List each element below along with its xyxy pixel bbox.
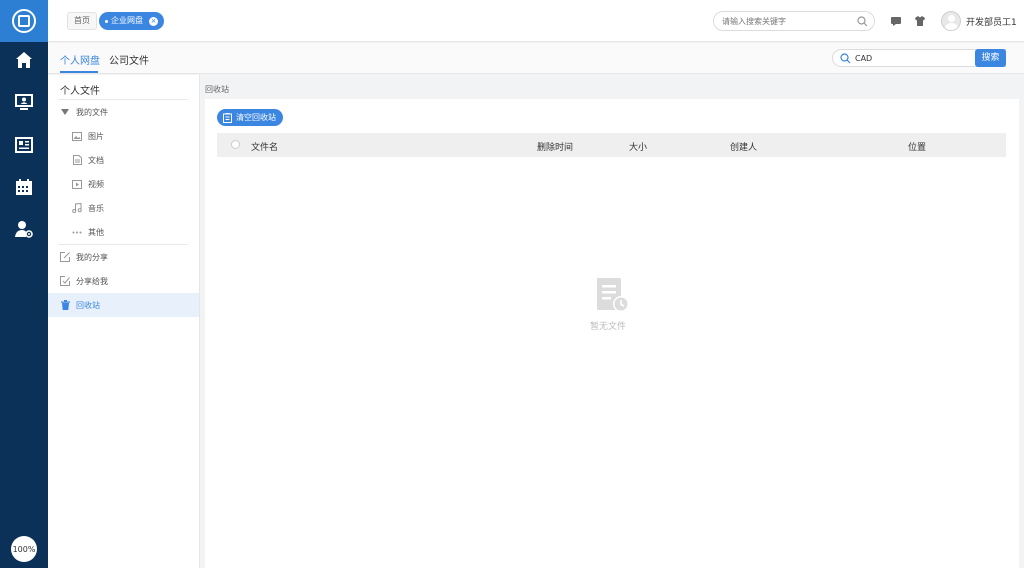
shared-to-me-icon <box>60 276 70 286</box>
empty-state-text: 暂无文件 <box>590 322 627 332</box>
sidebar-item-label: 其他 <box>88 227 104 237</box>
sidebar-item-label: 视频 <box>88 179 104 189</box>
clear-recycle-bin-button[interactable]: 清空回收站 <box>217 109 283 126</box>
sidebar-item-my-shares[interactable]: 我的分享 <box>48 245 199 269</box>
image-icon <box>72 131 82 141</box>
breadcrumb-active-label: 企业网盘 <box>111 16 143 25</box>
sidebar-item-label: 分享给我 <box>76 276 108 286</box>
theme-shirt-icon[interactable] <box>914 15 926 27</box>
empty-file-icon <box>597 278 629 312</box>
file-search-input[interactable] <box>855 52 995 65</box>
news-icon[interactable] <box>14 135 34 155</box>
left-rail: 100% <box>0 0 48 568</box>
sidebar-item-recycle-bin[interactable]: 回收站 <box>48 293 199 317</box>
sidebar-group-label: 我的文件 <box>76 107 108 117</box>
sidebar-title: 个人文件 <box>60 86 100 97</box>
tab-bar: 个人网盘 公司文件 搜索 <box>48 43 1024 74</box>
recycle-bin-icon <box>60 300 70 310</box>
top-search-input[interactable] <box>722 14 852 28</box>
monitor-user-icon[interactable] <box>14 92 34 112</box>
breadcrumb-home[interactable]: 首页 <box>67 12 97 30</box>
dot-icon <box>105 19 108 23</box>
document-icon <box>72 155 82 165</box>
sidebar-item-videos[interactable]: 视频 <box>48 172 199 196</box>
column-header-size[interactable]: 大小 <box>629 140 647 153</box>
sidebar-group-my-files[interactable]: 我的文件 <box>48 100 199 124</box>
message-icon[interactable] <box>890 15 902 27</box>
section-label: 回收站 <box>205 85 229 94</box>
sidebar-item-shared-to-me[interactable]: 分享给我 <box>48 269 199 293</box>
column-header-filename[interactable]: 文件名 <box>251 140 278 153</box>
sidebar-item-label: 音乐 <box>88 203 104 213</box>
video-icon <box>72 179 82 189</box>
tab-company-files[interactable]: 公司文件 <box>109 52 149 67</box>
table-header: 文件名 删除时间 大小 创建人 位置 <box>217 133 1006 157</box>
tab-personal-disk[interactable]: 个人网盘 <box>60 52 100 67</box>
select-all-checkbox[interactable] <box>231 140 240 149</box>
sidebar-item-label: 我的分享 <box>76 252 108 262</box>
user-settings-icon[interactable] <box>14 219 34 239</box>
search-button[interactable]: 搜索 <box>975 49 1006 67</box>
sidebar-item-label: 图片 <box>88 131 104 141</box>
sidebar-item-images[interactable]: 图片 <box>48 124 199 148</box>
sidebar-item-label: 文档 <box>88 155 104 165</box>
breadcrumb-active-tab[interactable]: 企业网盘 × <box>99 12 164 30</box>
column-header-deleted-time[interactable]: 删除时间 <box>537 140 573 153</box>
clear-icon <box>223 112 232 123</box>
search-icon[interactable] <box>857 16 868 27</box>
sidebar-item-music[interactable]: 音乐 <box>48 196 199 220</box>
top-bar: 首页 企业网盘 × 开发部员工1 <box>48 0 1024 42</box>
search-icon <box>840 53 851 64</box>
clear-button-label: 清空回收站 <box>236 113 276 122</box>
file-list-panel: 清空回收站 文件名 删除时间 大小 创建人 位置 暂无文件 <box>205 99 1019 568</box>
column-header-creator[interactable]: 创建人 <box>730 140 757 153</box>
zoom-badge[interactable]: 100% <box>11 536 37 562</box>
sidebar-item-documents[interactable]: 文档 <box>48 148 199 172</box>
close-icon[interactable]: × <box>149 16 158 26</box>
share-icon <box>60 252 70 262</box>
avatar[interactable] <box>941 11 961 31</box>
sidebar-item-other[interactable]: 其他 <box>48 220 199 244</box>
active-tab-underline <box>60 71 98 73</box>
calendar-icon[interactable] <box>14 177 34 197</box>
home-icon[interactable] <box>14 50 34 70</box>
user-name[interactable]: 开发部员工1 <box>966 15 1017 28</box>
column-header-location[interactable]: 位置 <box>908 140 926 153</box>
top-search-box <box>713 11 875 31</box>
file-sidebar: 个人文件 我的文件 图片 文档 视频 音乐 其他 我的分享 分享给我 回收站 <box>48 75 200 568</box>
caret-down-icon <box>60 107 70 117</box>
more-icon <box>72 227 82 237</box>
sidebar-item-label: 回收站 <box>76 300 100 310</box>
music-icon <box>72 203 82 213</box>
logo-icon[interactable] <box>0 0 48 42</box>
